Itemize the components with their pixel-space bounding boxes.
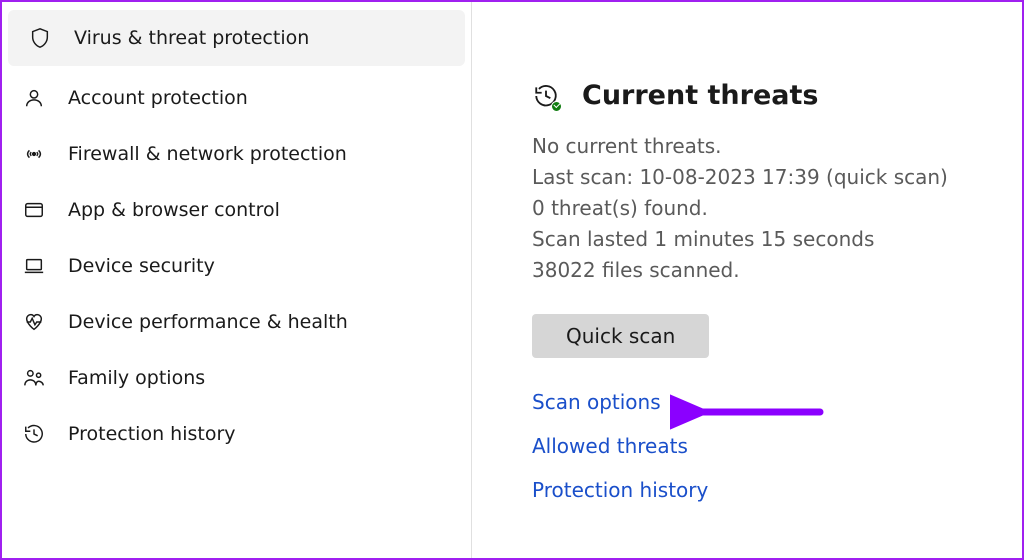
history-icon (22, 422, 46, 446)
sidebar-item-history[interactable]: Protection history (2, 406, 471, 462)
history-check-icon (532, 82, 560, 110)
sidebar-item-label: Device performance & health (68, 311, 348, 333)
scan-duration-text: Scan lasted 1 minutes 15 seconds (532, 224, 992, 255)
sidebar-item-label: Device security (68, 255, 215, 277)
sidebar-item-label: Virus & threat protection (74, 27, 309, 49)
sidebar-item-firewall[interactable]: Firewall & network protection (2, 126, 471, 182)
threat-info: No current threats. Last scan: 10-08-202… (532, 131, 992, 286)
sidebar-item-label: Firewall & network protection (68, 143, 347, 165)
family-icon (22, 366, 46, 390)
sidebar-item-label: Protection history (68, 423, 236, 445)
scan-options-link[interactable]: Scan options (532, 390, 992, 414)
quick-scan-button[interactable]: Quick scan (532, 314, 709, 358)
person-icon (22, 86, 46, 110)
protection-history-link[interactable]: Protection history (532, 478, 992, 502)
last-scan-text: Last scan: 10-08-2023 17:39 (quick scan) (532, 162, 992, 193)
sidebar-item-virus-threat[interactable]: Virus & threat protection (8, 10, 465, 66)
sidebar-item-app-browser[interactable]: App & browser control (2, 182, 471, 238)
sidebar-item-performance[interactable]: Device performance & health (2, 294, 471, 350)
sidebar: Virus & threat protection Account protec… (2, 2, 472, 558)
sidebar-item-label: Family options (68, 367, 205, 389)
links-section: Scan options Allowed threats Protection … (532, 390, 992, 502)
no-threats-text: No current threats. (532, 131, 992, 162)
laptop-icon (22, 254, 46, 278)
browser-icon (22, 198, 46, 222)
section-title: Current threats (582, 80, 818, 111)
allowed-threats-link[interactable]: Allowed threats (532, 434, 992, 458)
section-header: Current threats (532, 80, 992, 111)
main-content: Current threats No current threats. Last… (472, 2, 1022, 558)
sidebar-item-family[interactable]: Family options (2, 350, 471, 406)
sidebar-item-account[interactable]: Account protection (2, 70, 471, 126)
shield-icon (28, 26, 52, 50)
heart-icon (22, 310, 46, 334)
sidebar-item-label: Account protection (68, 87, 248, 109)
sidebar-item-label: App & browser control (68, 199, 280, 221)
sidebar-item-device-security[interactable]: Device security (2, 238, 471, 294)
files-scanned-text: 38022 files scanned. (532, 255, 992, 286)
threats-found-text: 0 threat(s) found. (532, 193, 992, 224)
antenna-icon (22, 142, 46, 166)
